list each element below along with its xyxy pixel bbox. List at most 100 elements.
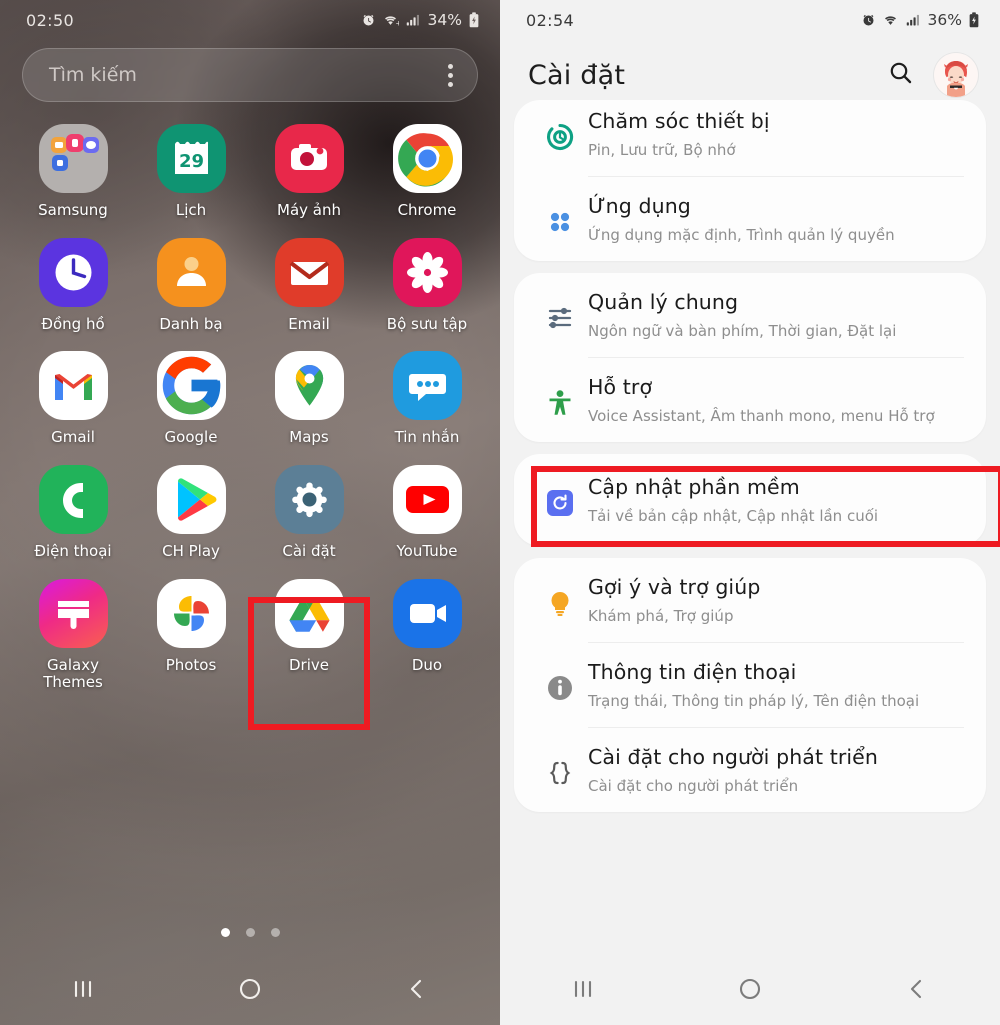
phone-icon [38,465,108,535]
header-actions [888,53,978,97]
app-drive[interactable]: Drive [250,578,368,692]
status-bar-home: 02:50 + 34% [0,0,500,40]
app-may-anh[interactable]: Máy ảnh [250,124,368,220]
page-dot-1[interactable] [220,928,230,937]
recents-icon[interactable] [540,965,626,1013]
google-duo-icon [392,578,462,648]
settings-item-apps[interactable]: Ứng dụng Ứng dụng mặc định, Trình quản l… [514,177,986,261]
search-icon[interactable] [888,60,914,90]
page-dot-3[interactable] [270,928,280,937]
app-maps[interactable]: Maps [250,351,368,447]
back-icon[interactable] [374,965,460,1013]
settings-item-subtitle: Pin, Lưu trữ, Bộ nhớ [588,140,736,159]
settings-panel: 02:54 36% Cài đặt Chăm sóc thiết bị Pin,… [500,0,1000,1025]
home-icon[interactable] [707,965,793,1013]
settings-item-accessibility[interactable]: Hỗ trợ Voice Assistant, Âm thanh mono, m… [514,358,986,442]
avatar[interactable] [934,53,978,97]
settings-item-software-update[interactable]: Cập nhật phần mềm Tải về bản cập nhật, C… [514,454,986,546]
settings-item-text: Quản lý chung Ngôn ngữ và bàn phím, Thời… [588,289,896,341]
app-photos[interactable]: Photos [132,578,250,692]
app-galaxy-themes[interactable]: Galaxy Themes [14,578,132,692]
developer-options-icon [532,750,588,796]
settings-list[interactable]: Chăm sóc thiết bị Pin, Lưu trữ, Bộ nhớ Ứ… [500,100,1000,812]
app-dong-ho[interactable]: Đồng hồ [14,237,132,334]
settings-item-text: Cập nhật phần mềm Tải về bản cập nhật, C… [588,474,878,526]
page-dot-2[interactable] [245,928,255,937]
battery-percent: 34% [427,11,462,29]
search-input[interactable]: Tìm kiếm [22,48,478,102]
app-samsung[interactable]: Samsung [14,124,132,220]
app-label: Đồng hồ [41,314,105,333]
recents-icon[interactable] [40,965,126,1013]
youtube-icon [392,465,462,535]
settings-gear-icon [274,465,344,535]
settings-group-1: Chăm sóc thiết bị Pin, Lưu trữ, Bộ nhớ Ứ… [514,100,986,261]
settings-item-title: Chăm sóc thiết bị [588,109,770,133]
settings-group-2: Quản lý chung Ngôn ngữ và bàn phím, Thời… [514,273,986,442]
page-indicator[interactable] [0,928,500,937]
alarm-icon [363,14,374,25]
app-lich[interactable]: 29 Lịch [132,124,250,220]
settings-item-subtitle: Ngôn ngữ và bàn phím, Thời gian, Đặt lại [588,321,897,340]
app-duo[interactable]: Duo [368,578,486,692]
chrome-icon [392,124,462,193]
app-danh-ba[interactable]: Danh bạ [132,237,250,334]
contacts-icon [156,237,226,307]
settings-item-title: Cập nhật phần mềm [588,475,800,499]
status-time: 02:54 [526,10,575,30]
app-email[interactable]: Email [250,237,368,334]
app-label: Duo [411,655,443,674]
home-icon[interactable] [207,965,293,1013]
app-label: Danh bạ [159,314,223,333]
wifi-icon [884,15,896,25]
gallery-icon [392,237,462,307]
calendar-date: 29 [178,151,203,172]
app-label: Samsung [38,201,108,219]
samsung-folder-icon [38,124,108,193]
settings-item-text: Chăm sóc thiết bị Pin, Lưu trữ, Bộ nhớ [588,108,770,160]
kebab-menu-icon[interactable] [442,60,459,91]
app-label: Gmail [51,428,95,447]
app-label: YouTube [396,542,458,561]
battery-charging-icon [469,12,479,28]
settings-item-text: Thông tin điện thoại Trạng thái, Thông t… [588,659,919,711]
app-label: Máy ảnh [277,201,341,219]
app-google[interactable]: Google [132,351,250,447]
app-dien-thoai[interactable]: Điện thoại [14,465,132,561]
battery-charging-icon [969,12,979,28]
settings-item-title: Gợi ý và trợ giúp [588,575,761,599]
general-management-icon [532,295,588,341]
app-youtube[interactable]: YouTube [368,465,486,561]
settings-item-developer-options[interactable]: Cài đặt cho người phát triển Cài đặt cho… [514,728,986,812]
software-update-group-wrapper: Cập nhật phần mềm Tải về bản cập nhật, C… [514,454,1000,547]
settings-item-device-care[interactable]: Chăm sóc thiết bị Pin, Lưu trữ, Bộ nhớ [514,100,986,176]
status-icons: + 34% [361,11,480,29]
clock-icon [38,237,108,307]
email-icon [274,237,344,307]
info-icon [532,665,588,711]
navigation-bar-settings [500,953,1000,1025]
software-update-icon [532,480,588,526]
settings-item-tips-help[interactable]: Gợi ý và trợ giúp Khám phá, Trợ giúp [514,558,986,642]
settings-item-title: Quản lý chung [588,290,739,314]
settings-item-about-phone[interactable]: Thông tin điện thoại Trạng thái, Thông t… [514,643,986,727]
maps-icon [274,351,344,421]
settings-item-general-management[interactable]: Quản lý chung Ngôn ngữ và bàn phím, Thời… [514,273,986,357]
app-gmail[interactable]: Gmail [14,351,132,447]
app-grid: Samsung 29 Lịch Máy ảnh Chrome Đồng hồ D… [0,102,500,692]
app-label: Bộ sưu tập [386,314,468,333]
device-care-icon [532,114,588,160]
app-cai-dat[interactable]: Cài đặt [250,465,368,561]
app-ch-play[interactable]: CH Play [132,465,250,561]
page-title: Cài đặt [528,59,626,91]
back-icon[interactable] [874,965,960,1013]
signal-icon [906,14,919,25]
settings-item-text: Hỗ trợ Voice Assistant, Âm thanh mono, m… [588,374,935,426]
home-screen-panel: 02:50 + 34% Tìm kiếm [0,0,500,1025]
app-tin-nhan[interactable]: Tin nhắn [368,351,486,447]
app-bo-suu-tap[interactable]: Bộ sưu tập [368,237,486,334]
app-label: Lịch [175,201,207,219]
settings-item-title: Thông tin điện thoại [588,660,797,684]
app-chrome[interactable]: Chrome [368,124,486,220]
settings-item-text: Ứng dụng Ứng dụng mặc định, Trình quản l… [588,193,895,245]
